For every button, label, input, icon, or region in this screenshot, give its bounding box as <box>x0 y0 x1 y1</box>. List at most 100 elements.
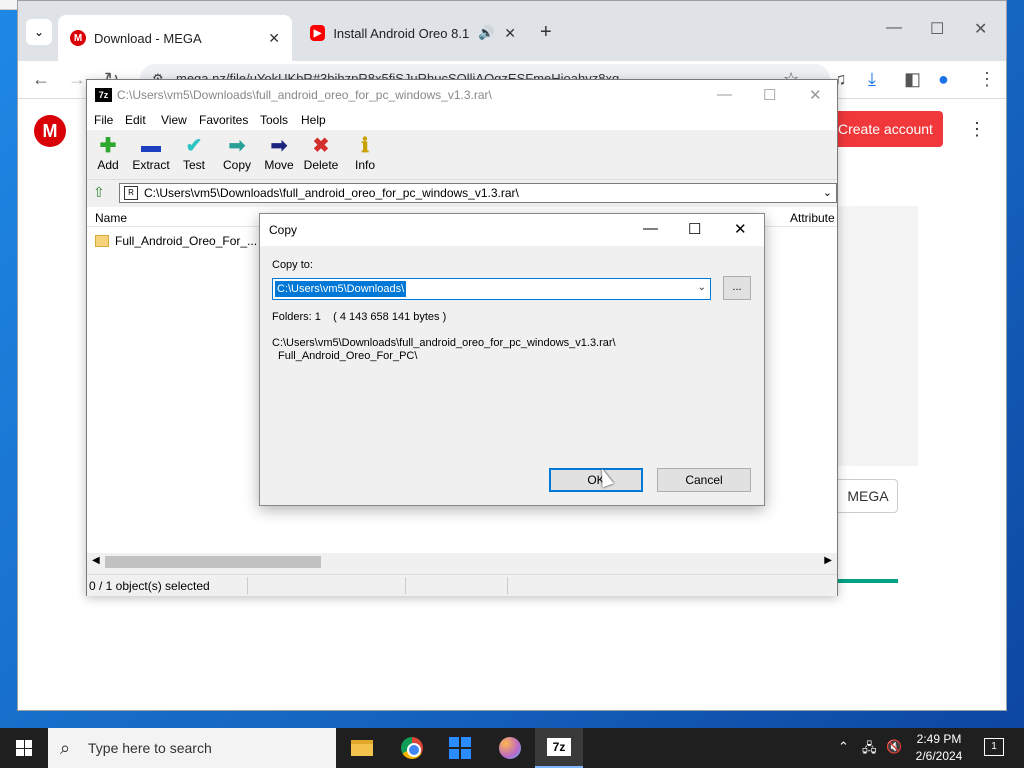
close-icon[interactable]: ✕ <box>268 30 280 47</box>
close-window-icon[interactable]: ✕ <box>974 19 987 39</box>
maximize-icon[interactable]: ☐ <box>763 86 776 104</box>
mega-side-panel <box>838 206 918 466</box>
taskbar-7zip[interactable]: 7z <box>535 728 583 768</box>
speaker-icon[interactable]: 🔊 <box>478 25 494 41</box>
network-icon[interactable]: 🖧 <box>862 739 877 761</box>
menu-edit[interactable]: Edit <box>125 113 146 127</box>
7zip-titlebar: 7z C:\Users\vm5\Downloads\full_android_o… <box>87 80 837 110</box>
source-path-line1: C:\Users\vm5\Downloads\full_android_oreo… <box>272 337 616 349</box>
test-label: Test <box>182 158 205 172</box>
move-button[interactable]: ➡ Move <box>263 134 295 172</box>
menu-view[interactable]: View <box>161 113 187 127</box>
start-button[interactable] <box>0 728 48 768</box>
minimize-icon[interactable]: — <box>643 220 658 237</box>
info-label: Info <box>354 158 375 172</box>
delete-button[interactable]: ✖ Delete <box>303 134 339 172</box>
browse-button[interactable]: ... <box>723 276 751 300</box>
add-label: Add <box>97 158 119 172</box>
7zip-icon: 7z <box>547 738 571 756</box>
mega-logo[interactable]: M <box>34 115 66 147</box>
status-divider <box>507 577 508 594</box>
copy-dialog: Copy — ☐ ✕ Copy to: C:\Users\vm5\Downloa… <box>259 213 765 506</box>
file-name: Full_Android_Oreo_For_... <box>115 234 258 248</box>
close-icon[interactable]: ✕ <box>504 25 516 42</box>
chevron-down-icon[interactable]: ⌄ <box>698 282 706 293</box>
delete-x-icon: ✖ <box>312 135 330 157</box>
7zip-address-row: ⇧ R C:\Users\vm5\Downloads\full_android_… <box>87 181 837 205</box>
notification-count: 1 <box>991 741 997 752</box>
forward-icon[interactable]: → <box>68 69 86 90</box>
source-path-line2: Full_Android_Oreo_For_PC\ <box>278 350 418 362</box>
menu-kebab-icon[interactable]: ⋮ <box>978 69 996 90</box>
scroll-left-icon[interactable]: ◀ <box>92 555 100 566</box>
new-tab-icon[interactable]: + <box>540 21 552 44</box>
tab-search-button[interactable]: ⌄ <box>26 19 52 45</box>
taskbar-store[interactable] <box>436 728 484 768</box>
7zip-menubar: File Edit View Favorites Tools Help <box>87 110 837 130</box>
volume-muted-icon[interactable]: 🔇 <box>886 739 902 755</box>
minus-icon: ▬ <box>141 135 161 157</box>
taskbar-chrome[interactable] <box>388 728 436 768</box>
mega-favicon-icon: M <box>70 30 86 46</box>
side-panel-icon[interactable]: ◧ <box>904 69 921 90</box>
tab-install-android[interactable]: ▶ Install Android Oreo 8.1 Po 🔊 ✕ <box>298 17 528 49</box>
minimize-icon[interactable]: — <box>717 86 732 103</box>
menu-help[interactable]: Help <box>301 113 326 127</box>
maximize-icon[interactable]: ☐ <box>930 19 944 39</box>
search-icon: ⌕ <box>60 738 71 758</box>
tab-download-mega[interactable]: M Download - MEGA ✕ <box>58 15 292 61</box>
folder-up-icon[interactable]: ⇧ <box>93 184 105 201</box>
status-divider <box>247 577 248 594</box>
archive-icon: R <box>124 186 138 200</box>
taskbar-search[interactable]: ⌕ Type here to search <box>48 728 336 768</box>
tab-title: Download - MEGA <box>94 30 202 46</box>
move-arrow-icon: ➡ <box>270 135 288 157</box>
horizontal-scrollbar[interactable]: ◀ ▶ <box>87 553 837 571</box>
extract-button[interactable]: ▬ Extract <box>131 134 171 172</box>
close-icon[interactable]: ✕ <box>809 86 822 104</box>
destination-combobox[interactable]: C:\Users\vm5\Downloads\ ⌄ <box>272 278 711 300</box>
7zip-toolbar: ✚ Add ▬ Extract ✔ Test ➡ Copy ➡ Move ✖ D… <box>87 130 837 180</box>
test-button[interactable]: ✔ Test <box>181 134 207 172</box>
taskbar-file-explorer[interactable] <box>338 728 386 768</box>
info-button[interactable]: ℹ Info <box>353 134 377 172</box>
close-icon[interactable]: ✕ <box>734 220 747 238</box>
scroll-thumb[interactable] <box>105 556 321 568</box>
clock-date: 2/6/2024 <box>915 749 963 763</box>
7zip-app-icon: 7z <box>95 88 112 102</box>
profile-icon[interactable]: ● <box>938 69 949 90</box>
column-name[interactable]: Name <box>95 211 127 225</box>
scroll-right-icon[interactable]: ▶ <box>824 555 832 566</box>
maximize-icon[interactable]: ☐ <box>688 220 701 238</box>
back-icon[interactable]: ← <box>32 69 50 90</box>
extract-label: Extract <box>132 158 170 172</box>
move-label: Move <box>264 158 294 172</box>
column-attributes[interactable]: Attribute <box>790 211 835 225</box>
tab-title: Install Android Oreo 8.1 Po <box>333 25 472 41</box>
page-menu-icon[interactable]: ⋮ <box>968 119 986 140</box>
chrome-icon <box>401 737 423 759</box>
test-check-icon: ✔ <box>185 135 203 157</box>
download-icon[interactable]: ⤓ <box>868 69 876 90</box>
cancel-button[interactable]: Cancel <box>657 468 751 492</box>
notification-center-icon[interactable]: 1 <box>984 738 1004 756</box>
taskbar-clock[interactable]: 2:49 PM 2/6/2024 <box>908 731 970 765</box>
chevron-down-icon[interactable]: ⌄ <box>823 184 832 202</box>
taskbar-paint[interactable] <box>486 728 534 768</box>
copy-button[interactable]: ➡ Copy <box>221 134 253 172</box>
chevron-down-icon: ⌄ <box>33 25 45 39</box>
folders-info: Folders: 1 ( 4 143 658 141 bytes ) <box>272 311 447 323</box>
menu-favorites[interactable]: Favorites <box>199 113 248 127</box>
folder-icon <box>351 740 373 756</box>
youtube-favicon-icon: ▶ <box>310 25 326 41</box>
minimize-icon[interactable]: — <box>886 19 902 37</box>
menu-tools[interactable]: Tools <box>260 113 288 127</box>
copy-arrow-icon: ➡ <box>228 135 246 157</box>
status-divider <box>405 577 406 594</box>
tray-chevron-up-icon[interactable]: ⌃ <box>838 739 849 755</box>
list-item[interactable]: Full_Android_Oreo_For_... <box>95 234 257 248</box>
path-combobox[interactable]: R C:\Users\vm5\Downloads\full_android_or… <box>119 183 837 203</box>
add-button[interactable]: ✚ Add <box>95 134 121 172</box>
destination-value: C:\Users\vm5\Downloads\ <box>275 281 407 297</box>
menu-file[interactable]: File <box>94 113 113 127</box>
